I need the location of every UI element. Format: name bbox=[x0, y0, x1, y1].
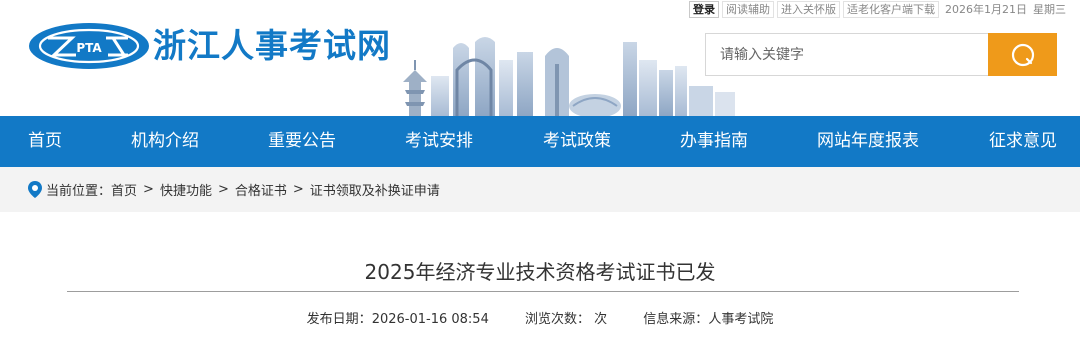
breadcrumb-prefix: 当前位置： bbox=[46, 184, 112, 199]
view-count-unit: 次 bbox=[594, 312, 608, 327]
view-count-label: 浏览次数： bbox=[524, 312, 590, 327]
breadcrumb: 当前位置： 首页 > 快捷功能 > 合格证书 > 证书领取及补换证申请 bbox=[0, 167, 1080, 212]
breadcrumb-current-page[interactable]: 证书领取及补换证申请 bbox=[310, 180, 440, 199]
publish-date-group: 发布日期：2026-01-16 08:54 bbox=[307, 312, 493, 327]
search-icon bbox=[1011, 43, 1034, 66]
main-navigation: 首页 机构介绍 重要公告 考试安排 考试政策 办事指南 网站年度报表 征求意见 bbox=[0, 116, 1080, 167]
breadcrumb-separator: > bbox=[292, 182, 304, 197]
location-pin-icon bbox=[28, 181, 42, 198]
city-skyline-illustration bbox=[403, 37, 735, 116]
nav-item-announcements[interactable]: 重要公告 bbox=[268, 116, 336, 167]
breadcrumb-separator: > bbox=[217, 182, 229, 197]
search-button[interactable] bbox=[988, 33, 1057, 76]
title-divider bbox=[67, 291, 1019, 292]
publish-date-value: 2026-01-16 08:54 bbox=[371, 312, 489, 327]
site-title[interactable]: 浙江人事考试网 bbox=[153, 26, 391, 66]
source-label: 信息来源： bbox=[643, 312, 709, 327]
breadcrumb-quick-functions[interactable]: 快捷功能 bbox=[160, 180, 212, 199]
nav-item-home[interactable]: 首页 bbox=[28, 116, 62, 167]
view-count-group: 浏览次数： 次 bbox=[525, 312, 611, 327]
breadcrumb-certificates[interactable]: 合格证书 bbox=[235, 180, 287, 199]
site-header: PTA 浙江人事考试网 bbox=[0, 0, 1080, 116]
breadcrumb-home[interactable]: 首页 bbox=[111, 180, 137, 199]
site-logo[interactable]: PTA bbox=[28, 22, 150, 70]
breadcrumb-separator: > bbox=[143, 182, 154, 197]
article-title: 2025年经济专业技术资格考试证书已发 bbox=[364, 260, 716, 284]
nav-item-exam-schedule[interactable]: 考试安排 bbox=[405, 116, 473, 167]
nav-item-institution[interactable]: 机构介绍 bbox=[131, 116, 199, 167]
search-box bbox=[705, 33, 1057, 76]
nav-item-annual-report[interactable]: 网站年度报表 bbox=[817, 116, 919, 167]
source-value: 人事考试院 bbox=[708, 312, 774, 327]
article-meta: 发布日期：2026-01-16 08:54 浏览次数： 次 信息来源：人事考试院 bbox=[0, 311, 1080, 329]
pta-logo-icon: PTA bbox=[29, 23, 149, 69]
nav-item-feedback[interactable]: 征求意见 bbox=[989, 116, 1057, 167]
search-input[interactable] bbox=[706, 34, 988, 75]
nav-item-service-guide[interactable]: 办事指南 bbox=[680, 116, 748, 167]
nav-item-exam-policy[interactable]: 考试政策 bbox=[543, 116, 611, 167]
source-group: 信息来源：人事考试院 bbox=[643, 312, 773, 327]
publish-date-label: 发布日期： bbox=[306, 312, 372, 327]
svg-text:PTA: PTA bbox=[76, 41, 102, 55]
